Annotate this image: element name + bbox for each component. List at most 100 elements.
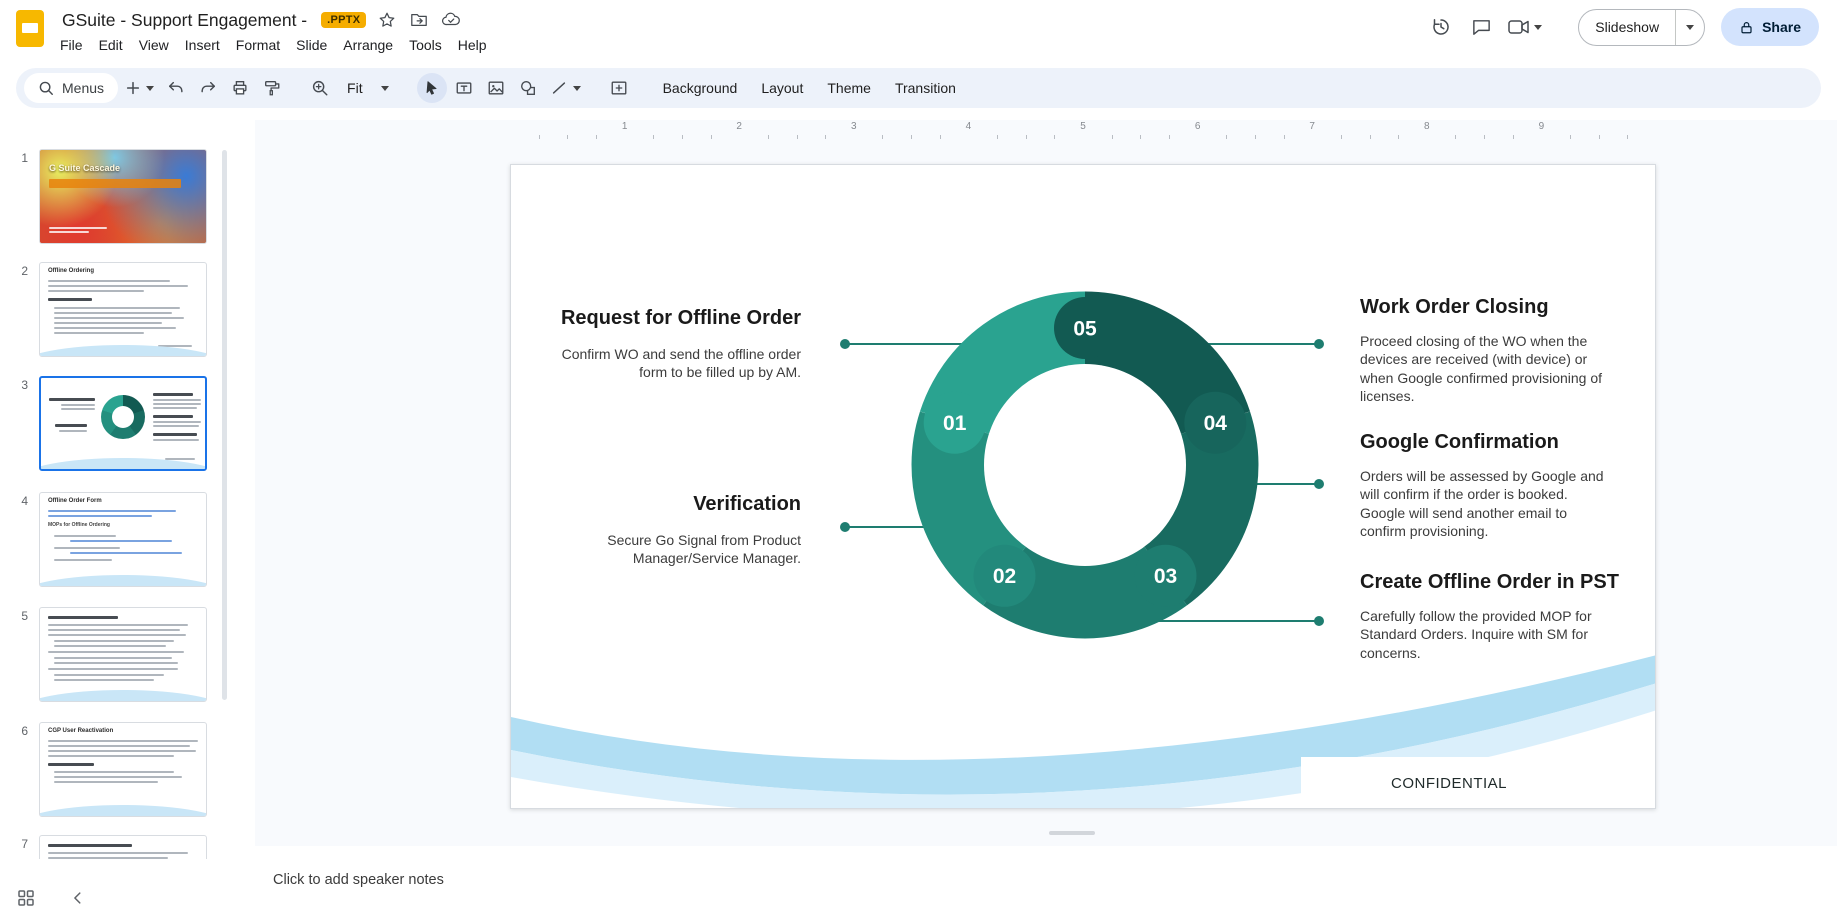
thumbnail-wave xyxy=(40,575,206,586)
menu-tools[interactable]: Tools xyxy=(401,33,450,57)
theme-button[interactable]: Theme xyxy=(816,73,882,103)
zoom-value: Fit xyxy=(347,80,363,96)
chevron-down-icon xyxy=(572,85,581,91)
slide-thumbnail-2[interactable]: Offline Ordering xyxy=(39,262,207,357)
step-title-google-confirmation[interactable]: Google Confirmation xyxy=(1360,431,1559,454)
cursor-icon xyxy=(426,81,437,95)
undo-icon xyxy=(169,81,183,93)
donut-step-05: 05 xyxy=(1054,297,1116,359)
select-tool-button[interactable] xyxy=(416,73,447,103)
lock-icon xyxy=(1741,21,1752,33)
document-title[interactable]: GSuite - Support Engagement - xyxy=(58,9,311,32)
paint-format-button[interactable] xyxy=(257,73,287,103)
menu-format[interactable]: Format xyxy=(228,33,288,57)
plus-box-icon xyxy=(611,81,627,95)
notes-resize-handle[interactable] xyxy=(1049,831,1095,835)
cloud-status-icon[interactable] xyxy=(440,9,462,31)
background-button[interactable]: Background xyxy=(652,73,749,103)
menu-insert[interactable]: Insert xyxy=(177,33,228,57)
step-desc-google-confirmation[interactable]: Orders will be assessed by Google and wi… xyxy=(1360,467,1610,541)
menu-edit[interactable]: Edit xyxy=(91,33,131,57)
svg-text:01: 01 xyxy=(943,412,967,435)
speaker-notes-placeholder: Click to add speaker notes xyxy=(273,872,444,888)
slideshow-label: Slideshow xyxy=(1595,19,1660,35)
thumbnail-donut xyxy=(101,395,145,439)
thumbnail-6-title: CGP User Reactivation xyxy=(48,728,114,734)
step-title-create-offline-order[interactable]: Create Offline Order in PST xyxy=(1360,571,1619,594)
menu-help[interactable]: Help xyxy=(450,33,495,57)
zoom-in-icon xyxy=(312,80,328,96)
collapse-filmstrip-icon[interactable] xyxy=(66,886,90,910)
print-button[interactable] xyxy=(225,73,255,103)
menu-arrange[interactable]: Arrange xyxy=(335,33,401,57)
slide-thumbnail-7[interactable] xyxy=(39,835,207,859)
search-icon xyxy=(39,81,53,95)
step-desc-work-order-closing[interactable]: Proceed closing of the WO when the devic… xyxy=(1360,332,1610,406)
slide-thumbnail-5[interactable] xyxy=(39,607,207,702)
star-icon[interactable] xyxy=(376,9,398,31)
search-menus-button[interactable]: Menus xyxy=(24,73,119,103)
insert-placeholder-button[interactable] xyxy=(604,73,634,103)
confidential-footer[interactable]: CONFIDENTIAL xyxy=(1301,757,1597,808)
meet-button[interactable] xyxy=(1501,16,1548,38)
print-icon xyxy=(233,81,247,95)
slide-thumbnail-3-selected[interactable] xyxy=(39,376,207,471)
line-icon xyxy=(552,82,565,94)
undo-button[interactable] xyxy=(161,73,191,103)
layout-button[interactable]: Layout xyxy=(750,73,814,103)
slide-canvas[interactable]: 01 02 03 04 05 Request for Offline Order… xyxy=(510,164,1656,809)
slideshow-options-button[interactable] xyxy=(1675,9,1704,45)
insert-shape-button[interactable] xyxy=(513,73,543,103)
svg-text:03: 03 xyxy=(1154,565,1177,588)
comment-icon[interactable] xyxy=(1461,7,1501,47)
slide-thumbnail-1[interactable]: G Suite Cascade xyxy=(39,149,207,244)
donut-step-02: 02 xyxy=(973,544,1036,607)
text-box-icon xyxy=(456,82,472,94)
transition-button[interactable]: Transition xyxy=(884,73,967,103)
zoom-select[interactable]: Fit xyxy=(337,73,399,103)
filmstrip-scroll-area[interactable]: 1 G Suite Cascade 2 Offline Ordering 3 4… xyxy=(0,120,255,859)
thumbnail-2-title: Offline Ordering xyxy=(48,268,95,274)
slide-thumbnail-4[interactable]: Offline Order Form MOPs for Offline Orde… xyxy=(39,492,207,587)
thumbnail-wave xyxy=(40,805,206,816)
slide-thumbnail-6[interactable]: CGP User Reactivation xyxy=(39,722,207,817)
menu-view[interactable]: View xyxy=(131,33,177,57)
slide-number-3: 3 xyxy=(21,378,28,392)
step-desc-request-offline-order[interactable]: Confirm WO and send the offline order fo… xyxy=(549,345,801,382)
chevron-down-icon xyxy=(380,85,389,91)
slide-number-1: 1 xyxy=(21,151,28,165)
slide-number-2: 2 xyxy=(21,264,28,278)
version-history-icon[interactable] xyxy=(1421,7,1461,47)
filmstrip-footer xyxy=(0,859,255,920)
chevron-down-icon xyxy=(1686,24,1695,30)
thumbnail-wave xyxy=(40,690,206,701)
step-title-request-offline-order[interactable]: Request for Offline Order xyxy=(561,307,801,330)
redo-button[interactable] xyxy=(193,73,223,103)
new-slide-button[interactable] xyxy=(120,73,159,103)
pptx-badge: .PPTX xyxy=(321,12,367,28)
step-desc-create-offline-order[interactable]: Carefully follow the provided MOP for St… xyxy=(1360,607,1610,662)
svg-text:05: 05 xyxy=(1073,318,1097,341)
step-title-work-order-closing[interactable]: Work Order Closing xyxy=(1360,296,1549,319)
step-title-verification[interactable]: Verification xyxy=(693,493,801,516)
menu-file[interactable]: File xyxy=(52,33,91,57)
text-box-button[interactable] xyxy=(449,73,479,103)
move-folder-icon[interactable] xyxy=(408,9,430,31)
donut-step-01: 01 xyxy=(923,391,986,454)
zoom-button[interactable] xyxy=(305,73,335,103)
donut-step-04: 04 xyxy=(1184,391,1247,454)
google-slides-app: GSuite - Support Engagement - .PPTX File… xyxy=(0,0,1837,920)
slideshow-button[interactable]: Slideshow xyxy=(1578,8,1706,46)
speaker-notes[interactable]: Click to add speaker notes xyxy=(255,846,1837,920)
share-button[interactable]: Share xyxy=(1721,8,1819,46)
insert-line-button[interactable] xyxy=(545,73,586,103)
share-label: Share xyxy=(1762,19,1801,35)
insert-image-button[interactable] xyxy=(481,73,511,103)
menu-slide[interactable]: Slide xyxy=(288,33,335,57)
svg-text:04: 04 xyxy=(1204,412,1228,435)
svg-text:02: 02 xyxy=(993,565,1016,588)
filmstrip-scrollbar[interactable] xyxy=(222,150,227,700)
grid-view-icon[interactable] xyxy=(14,886,38,910)
slides-logo[interactable] xyxy=(16,10,44,47)
step-desc-verification[interactable]: Secure Go Signal from Product Manager/Se… xyxy=(586,531,801,568)
